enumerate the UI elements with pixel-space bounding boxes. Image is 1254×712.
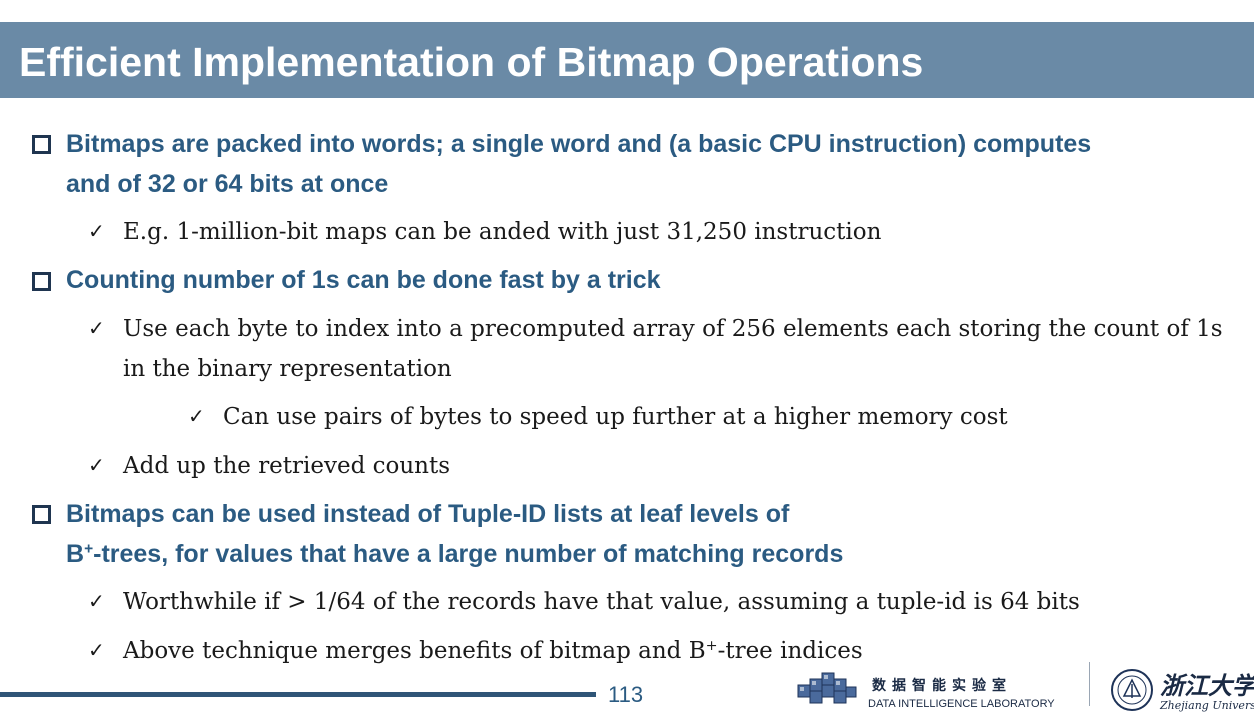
b-plus-letter: B <box>66 540 85 568</box>
superscript-plus: + <box>705 638 718 655</box>
square-bullet-icon <box>32 135 51 154</box>
bullet-3-line-2-rest: -trees, for values that have a large num… <box>93 540 844 568</box>
square-bullet-icon <box>32 272 51 291</box>
checkmark-icon: ✓ <box>88 219 105 243</box>
footer-divider <box>1089 662 1090 706</box>
bullet-3-line-1: Bitmaps can be used instead of Tuple-ID … <box>66 500 790 528</box>
slide-title: Efficient Implementation of Bitmap Opera… <box>19 39 924 85</box>
lab-cubes-logo-icon <box>797 672 857 704</box>
bullet-3-sub-1: Worthwhile if > 1/64 of the records have… <box>123 589 1080 615</box>
bullet-3-sub-2: Above technique merges benefits of bitma… <box>123 631 863 671</box>
bullet-1-sub-1: E.g. 1-million-bit maps can be anded wit… <box>123 219 882 245</box>
zju-seal-icon <box>1111 669 1153 711</box>
square-bullet-icon <box>32 505 51 524</box>
checkmark-icon: ✓ <box>88 453 105 477</box>
bullet-1-line-2: and of 32 or 64 bits at once <box>66 170 389 198</box>
lab-name-chinese: 数据智能实验室 <box>872 678 1012 694</box>
bullet-2-sub-1-line-2: in the binary representation <box>123 356 452 382</box>
lab-name-english: DATA INTELLIGENCE LABORATORY <box>868 698 1055 710</box>
bullet-2-line-1: Counting number of 1s can be done fast b… <box>66 266 661 294</box>
bullet-3-sub-2-post: -tree indices <box>717 638 863 664</box>
checkmark-icon: ✓ <box>188 404 205 428</box>
page-number: 113 <box>608 682 644 707</box>
university-name-english: Zhejiang University <box>1160 699 1254 712</box>
checkmark-icon: ✓ <box>88 589 105 613</box>
checkmark-icon: ✓ <box>88 638 105 662</box>
footer-line <box>0 692 596 697</box>
bullet-3-sub-2-pre: Above technique merges benefits of bitma… <box>123 638 706 664</box>
checkmark-icon: ✓ <box>88 316 105 340</box>
bullet-3-line-2: B+-trees, for values that have a large n… <box>66 534 843 574</box>
bullet-2-sub-3: Add up the retrieved counts <box>123 453 451 479</box>
bullet-2-sub-2: Can use pairs of bytes to speed up furth… <box>223 404 1008 430</box>
superscript-plus: + <box>84 540 94 558</box>
bullet-2-sub-1-line-1: Use each byte to index into a precompute… <box>123 316 1223 342</box>
university-name-chinese: 浙江大学 <box>1160 671 1254 700</box>
bullet-1-line-1: Bitmaps are packed into words; a single … <box>66 130 1092 158</box>
